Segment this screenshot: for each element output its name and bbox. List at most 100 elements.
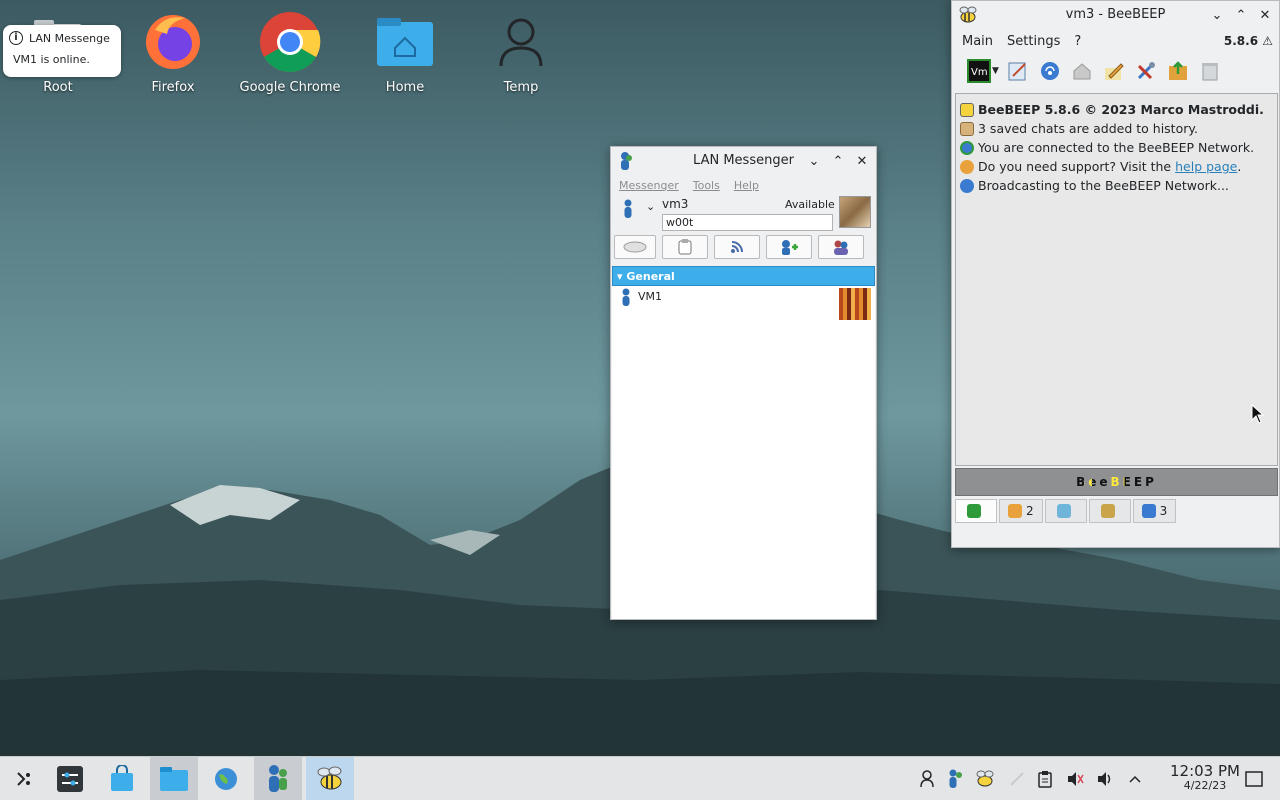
lan-messenger-window[interactable]: LAN Messenger ⌄ ⌃ ✕ Messenger Tools Help…: [610, 146, 877, 620]
tray-beebeep[interactable]: [972, 757, 998, 800]
tray-clipboard[interactable]: [1032, 757, 1058, 800]
settings-sliders-icon: [57, 766, 83, 792]
write-button[interactable]: [1101, 58, 1127, 84]
application-launcher-button[interactable]: [0, 757, 48, 800]
menu-help[interactable]: ?: [1074, 34, 1081, 49]
beebeep-banner: BeeBEEP: [955, 468, 1278, 496]
desktop-icon-home[interactable]: Home: [350, 10, 460, 95]
log-line: Broadcasting to the BeeBEEP Network...: [960, 176, 1273, 195]
tab-home[interactable]: [955, 499, 997, 523]
edit-profile-button[interactable]: [1005, 58, 1031, 84]
tab-groups[interactable]: [1088, 499, 1131, 523]
maximize-button[interactable]: ⌃: [828, 151, 848, 171]
help-page-link[interactable]: help page: [1175, 157, 1237, 176]
close-button[interactable]: ✕: [1255, 5, 1275, 25]
notification-body: VM1 is online.: [13, 53, 90, 66]
log-text: .: [1237, 159, 1242, 174]
tab-users[interactable]: 2: [999, 499, 1043, 523]
taskbar-discover[interactable]: [98, 757, 146, 800]
rss-icon: [731, 241, 743, 253]
log-text: Do you need support? Visit the: [978, 159, 1172, 174]
store-bag-icon: [111, 765, 133, 791]
notification-popup[interactable]: i LAN Messenge VM1 is online.: [3, 25, 121, 77]
show-desktop-icon: [1245, 771, 1263, 787]
chevron-down-icon[interactable]: ▼: [992, 66, 999, 76]
close-button[interactable]: ✕: [852, 151, 872, 171]
messenger-toolbar: [611, 233, 876, 263]
desktop-icon-firefox[interactable]: Firefox: [118, 10, 228, 95]
user-avatar[interactable]: [839, 196, 871, 228]
speaker-icon: [1098, 772, 1111, 786]
titlebar[interactable]: vm3 - BeeBEEP ⌄ ⌃ ✕: [952, 1, 1279, 29]
broadcast-icon: [960, 178, 974, 193]
desktop-icon-label: Firefox: [151, 80, 195, 95]
clipboard-icon: [678, 239, 692, 255]
trash-button[interactable]: [1197, 58, 1223, 84]
info-icon: i: [9, 31, 23, 45]
maximize-button[interactable]: ⌃: [1231, 5, 1251, 25]
tray-lan-messenger[interactable]: [942, 757, 968, 800]
tray-expand[interactable]: [1122, 757, 1148, 800]
minimize-button[interactable]: ⌄: [1207, 5, 1227, 25]
message-log: BeeBEEP 5.8.6 © 2023 Marco Mastroddi. 3 …: [955, 93, 1278, 466]
tray-volume[interactable]: [1092, 757, 1118, 800]
network-disconnected-icon: [1010, 772, 1024, 786]
share-button[interactable]: [1165, 58, 1191, 84]
log-line: You are connected to the BeeBEEP Network…: [960, 138, 1273, 157]
network-button[interactable]: [1037, 58, 1063, 84]
tools-button[interactable]: [1133, 58, 1159, 84]
globe-icon: [215, 768, 237, 790]
menu-settings[interactable]: Settings: [1007, 34, 1060, 49]
rss-button[interactable]: [714, 235, 760, 259]
log-text: Broadcasting to the BeeBEEP Network...: [978, 178, 1229, 193]
minimize-button[interactable]: ⌄: [804, 151, 824, 171]
groups-tab-icon: [1100, 504, 1115, 518]
notification-title: LAN Messenge: [29, 31, 110, 45]
show-desktop-button[interactable]: [1240, 757, 1268, 800]
menu-tools[interactable]: Tools: [693, 179, 720, 192]
broadcast-button[interactable]: [662, 235, 708, 259]
add-contact-button[interactable]: [766, 235, 812, 259]
tray-network[interactable]: [1004, 757, 1030, 800]
taskbar-web-browser[interactable]: [202, 757, 250, 800]
contact-avatar: [839, 288, 871, 320]
status-dropdown-chevron-icon[interactable]: ⌄: [646, 200, 655, 213]
bee-icon: [960, 102, 974, 117]
tab-files[interactable]: 3: [1132, 499, 1177, 523]
tray-user-switcher[interactable]: [914, 757, 940, 800]
group-header-general[interactable]: ▾ General: [612, 266, 875, 286]
taskbar-file-manager[interactable]: [150, 757, 198, 800]
folder-share-icon: [1168, 61, 1187, 80]
tab-count: 3: [1159, 504, 1168, 518]
desktop-icon-temp[interactable]: Temp: [466, 10, 576, 95]
tab-chats[interactable]: [1044, 499, 1087, 523]
chat-bubble-icon: [623, 241, 647, 253]
taskbar-system-settings[interactable]: [46, 757, 94, 800]
beebeep-window[interactable]: vm3 - BeeBEEP ⌄ ⌃ ✕ Main Settings ? 5.8.…: [951, 0, 1280, 548]
vm-status-button[interactable]: Vm: [966, 58, 992, 84]
taskbar-lan-messenger[interactable]: [254, 757, 302, 800]
menu-main[interactable]: Main: [962, 34, 993, 49]
mouse-cursor-icon: [1251, 404, 1265, 424]
taskbar-beebeep[interactable]: [306, 757, 354, 800]
folder-icon: [160, 767, 188, 791]
user-status[interactable]: Available: [785, 198, 835, 211]
support-icon: [960, 159, 974, 174]
add-contact-icon: [782, 240, 798, 255]
user-status-icon: [623, 199, 633, 223]
list-item[interactable]: VM1: [612, 286, 875, 320]
menu-messenger[interactable]: Messenger: [619, 179, 679, 192]
chevron-up-icon: [1129, 775, 1141, 783]
user-note-field[interactable]: w00t: [662, 214, 833, 231]
menu-help[interactable]: Help: [734, 179, 759, 192]
home-button[interactable]: [1069, 58, 1095, 84]
log-line: BeeBEEP 5.8.6 © 2023 Marco Mastroddi.: [960, 100, 1273, 119]
desktop-icon-chrome[interactable]: Google Chrome: [235, 10, 345, 95]
titlebar[interactable]: LAN Messenger ⌄ ⌃ ✕: [611, 147, 876, 175]
alert-icon: ⚠: [1262, 34, 1273, 48]
group-button[interactable]: [818, 235, 864, 259]
user-icon: [489, 10, 553, 74]
chat-bubble-button[interactable]: [614, 235, 656, 259]
banner-text: BeeBEEP: [1076, 475, 1157, 489]
tray-mute[interactable]: [1062, 757, 1088, 800]
